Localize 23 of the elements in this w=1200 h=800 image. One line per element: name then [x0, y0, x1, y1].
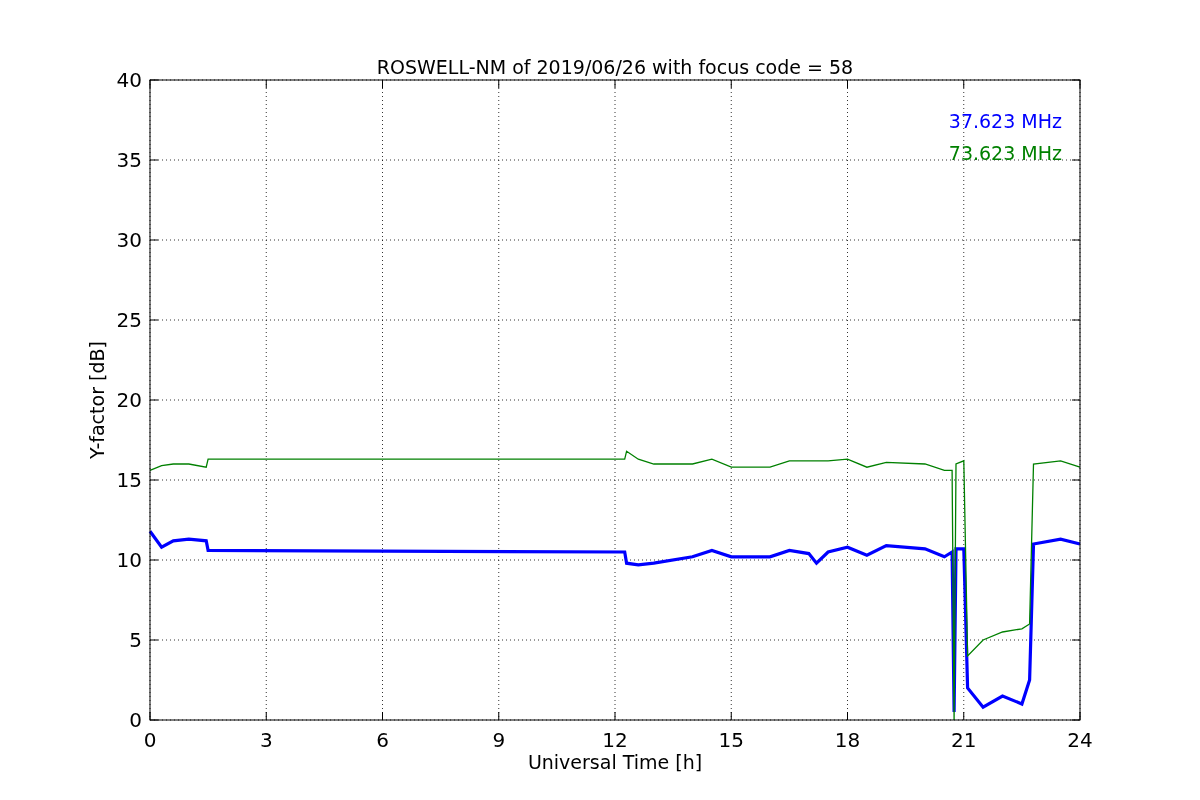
x-tick-label: 18 — [834, 728, 861, 752]
x-tick-label: 24 — [1067, 728, 1093, 752]
legend-label: 73.623 MHz — [948, 142, 1062, 164]
x-tick-label: 9 — [492, 728, 506, 752]
x-tick-label: 21 — [951, 728, 977, 752]
x-tick-label: 15 — [718, 728, 744, 752]
y-tick-label: 15 — [116, 468, 142, 492]
y-tick-label: 30 — [116, 228, 142, 252]
y-tick-label: 20 — [116, 388, 142, 412]
x-tick-label: 3 — [259, 728, 273, 752]
y-tick-label: 40 — [116, 68, 142, 92]
chart-title: ROSWELL-NM of 2019/06/26 with focus code = 58 — [376, 56, 854, 78]
y-axis-label: Y-factor [dB] — [86, 341, 108, 459]
x-tick-label: 6 — [376, 728, 389, 752]
y-tick-label: 0 — [129, 708, 142, 732]
x-tick-label: 12 — [602, 728, 628, 752]
y-tick-label: 5 — [129, 628, 142, 652]
x-axis-label: Universal Time [h] — [527, 751, 703, 773]
y-tick-label: 35 — [116, 148, 142, 172]
y-tick-label: 10 — [116, 548, 142, 572]
legend-label: 37.623 MHz — [948, 110, 1062, 132]
x-tick-label: 0 — [143, 728, 157, 752]
y-tick-label: 25 — [116, 308, 142, 332]
